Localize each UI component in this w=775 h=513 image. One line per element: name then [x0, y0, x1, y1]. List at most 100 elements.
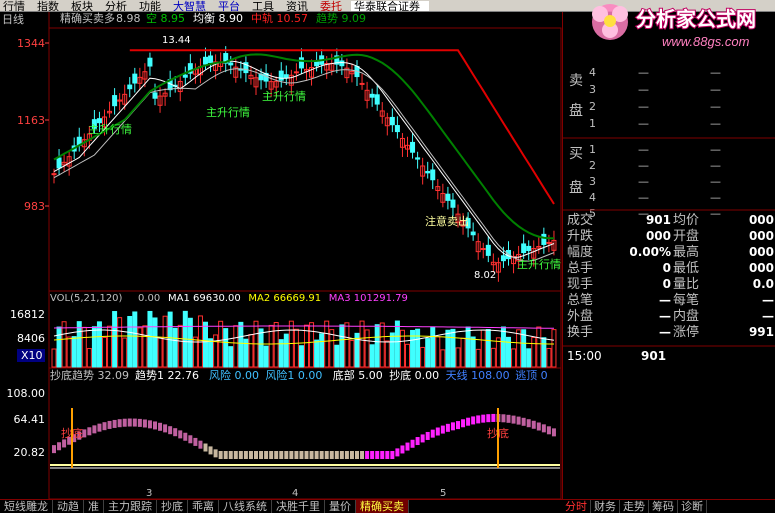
osc-bar: [117, 419, 122, 428]
indicator-tab-7[interactable]: 决胜千里: [272, 500, 325, 513]
volume-bar: [389, 332, 395, 368]
osc-bar: [238, 451, 243, 459]
osc-bar: [188, 435, 193, 444]
sell-level-3: 1: [589, 117, 596, 130]
osc-legend-1: 趋势1 22.76: [135, 369, 199, 382]
menu-item-7[interactable]: 工具: [249, 1, 283, 12]
volume-legend-1: MA2 66669.91: [248, 293, 321, 304]
indicator-tab-5[interactable]: 乖离: [188, 500, 219, 513]
osc-bar: [334, 451, 339, 459]
candle-body: [526, 245, 532, 252]
osc-legend-3: 风险1 0.00: [265, 368, 322, 382]
menu-item-1[interactable]: 指数: [34, 1, 68, 12]
quote-panel: 卖盘 4— —3— —2— —1— — 买盘 1— —2— —3— —4— —5— — 成交 901 均价 00…: [562, 12, 775, 500]
oscillator-panel-frame: [48, 367, 562, 500]
menu-item-8[interactable]: 资讯: [283, 1, 317, 12]
volume-bar: [258, 328, 264, 368]
osc-bar: [274, 451, 279, 459]
stat-value-5: —: [659, 293, 671, 307]
buy-level-1: 2: [589, 159, 596, 172]
indicator-tab-6[interactable]: 八线系统: [219, 500, 272, 513]
chart-area[interactable]: 日线 精确买卖多 8.98 空 8.95 均衡 8.90 中轨 10.57 趋势 9.09 1…: [0, 11, 562, 500]
stat-label-6: 外盘: [567, 308, 593, 324]
annotation-1: 主升行情: [206, 106, 250, 119]
osc-bar: [461, 419, 466, 428]
menu-item-6[interactable]: 平台: [215, 1, 249, 12]
osc-bar: [269, 451, 274, 459]
menu-item-3[interactable]: 分析: [102, 1, 136, 12]
candle-body: [369, 93, 375, 98]
volume-bar: [319, 333, 325, 368]
quote-tab-2[interactable]: 走势: [620, 500, 649, 513]
osc-bar: [546, 426, 551, 435]
candle-body: [541, 233, 547, 245]
indicator-tab-8[interactable]: 量价: [325, 500, 356, 513]
indicator-tab-bar: 短线雕龙 动趋准主力跟踪 抄底 乖离 八线系统 决胜千里 量价 精确买卖: [0, 499, 562, 513]
osc-bar: [178, 430, 183, 439]
buy-level-0: 1: [589, 143, 596, 156]
indicator-tab-3[interactable]: 主力跟踪: [104, 500, 157, 513]
stat-label2-5: 每笔: [673, 292, 699, 308]
stat-value-0: 901: [646, 213, 671, 227]
osc-bar: [208, 446, 213, 455]
candle-body: [182, 74, 188, 78]
volume-bar: [304, 324, 309, 368]
volume-bar: [455, 347, 461, 368]
quote-tab-4[interactable]: 诊断: [678, 500, 707, 513]
volume-bar: [324, 320, 330, 368]
price-legend-0: 空 8.95: [146, 12, 185, 25]
volume-bar: [526, 348, 532, 368]
menu-item-9[interactable]: 委托: [317, 1, 351, 12]
volume-bar: [147, 310, 153, 368]
month-mark-2: 5: [440, 488, 446, 499]
candle-body: [425, 170, 431, 174]
price-y-tick-1: 1163: [17, 114, 45, 127]
volume-bar: [248, 334, 254, 368]
osc-bar: [506, 414, 511, 423]
osc-bar: [430, 429, 435, 438]
menu-item-0[interactable]: 行情: [0, 1, 34, 12]
menu-item-2[interactable]: 板块: [68, 1, 102, 12]
quote-tab-3[interactable]: 筹码: [649, 500, 678, 513]
osc-bar: [360, 451, 365, 459]
osc-legend-7: 逃顶 0: [515, 369, 548, 382]
osc-bar: [284, 451, 289, 459]
candle-body: [359, 82, 365, 85]
volume-bar: [511, 348, 517, 368]
stat-value-4: 0: [663, 277, 671, 291]
osc-bar: [87, 427, 92, 436]
price-legend-3: 趋势 9.09: [316, 12, 366, 25]
buy-volume-0: —: [710, 143, 721, 156]
stat-label-3: 总手: [567, 261, 593, 276]
price-y-tick-2: 983: [24, 200, 45, 213]
volume-bar: [81, 326, 87, 368]
osc-bar: [163, 424, 168, 433]
osc-bar: [57, 442, 62, 451]
volume-bar: [349, 340, 355, 368]
indicator-tab-0[interactable]: 短线雕龙: [0, 500, 53, 513]
volume-bar: [490, 347, 496, 368]
volume-y-tick-0: 16812: [10, 308, 45, 321]
indicator-tab-4[interactable]: 抄底: [157, 500, 188, 513]
quote-tab-1[interactable]: 财务: [591, 500, 620, 513]
menu-item-5[interactable]: 大智慧: [170, 1, 215, 12]
osc-bar: [147, 420, 152, 429]
volume-bar: [177, 324, 183, 368]
osc-bar: [425, 431, 430, 440]
menu-item-4[interactable]: 功能: [136, 1, 170, 12]
osc-bar: [476, 415, 481, 424]
stat-label-4: 现手: [567, 277, 593, 292]
buy-signal-label-0: 抄底: [61, 426, 83, 440]
osc-bar: [218, 451, 223, 459]
annotation-0: 主升行情: [88, 123, 132, 136]
menu-item-10[interactable]: 华泰联合证券: [351, 1, 429, 11]
osc-bar: [97, 423, 102, 432]
stat-value2-5: —: [762, 293, 774, 307]
quote-tab-0[interactable]: 分时: [562, 500, 591, 513]
indicator-tab-9[interactable]: 精确买卖: [356, 500, 409, 513]
volume-bar: [516, 329, 522, 368]
osc-bar: [400, 445, 405, 454]
osc-bar: [375, 451, 380, 459]
indicator-tab-2[interactable]: 准: [84, 500, 104, 513]
indicator-tab-1[interactable]: 动趋: [53, 500, 84, 513]
